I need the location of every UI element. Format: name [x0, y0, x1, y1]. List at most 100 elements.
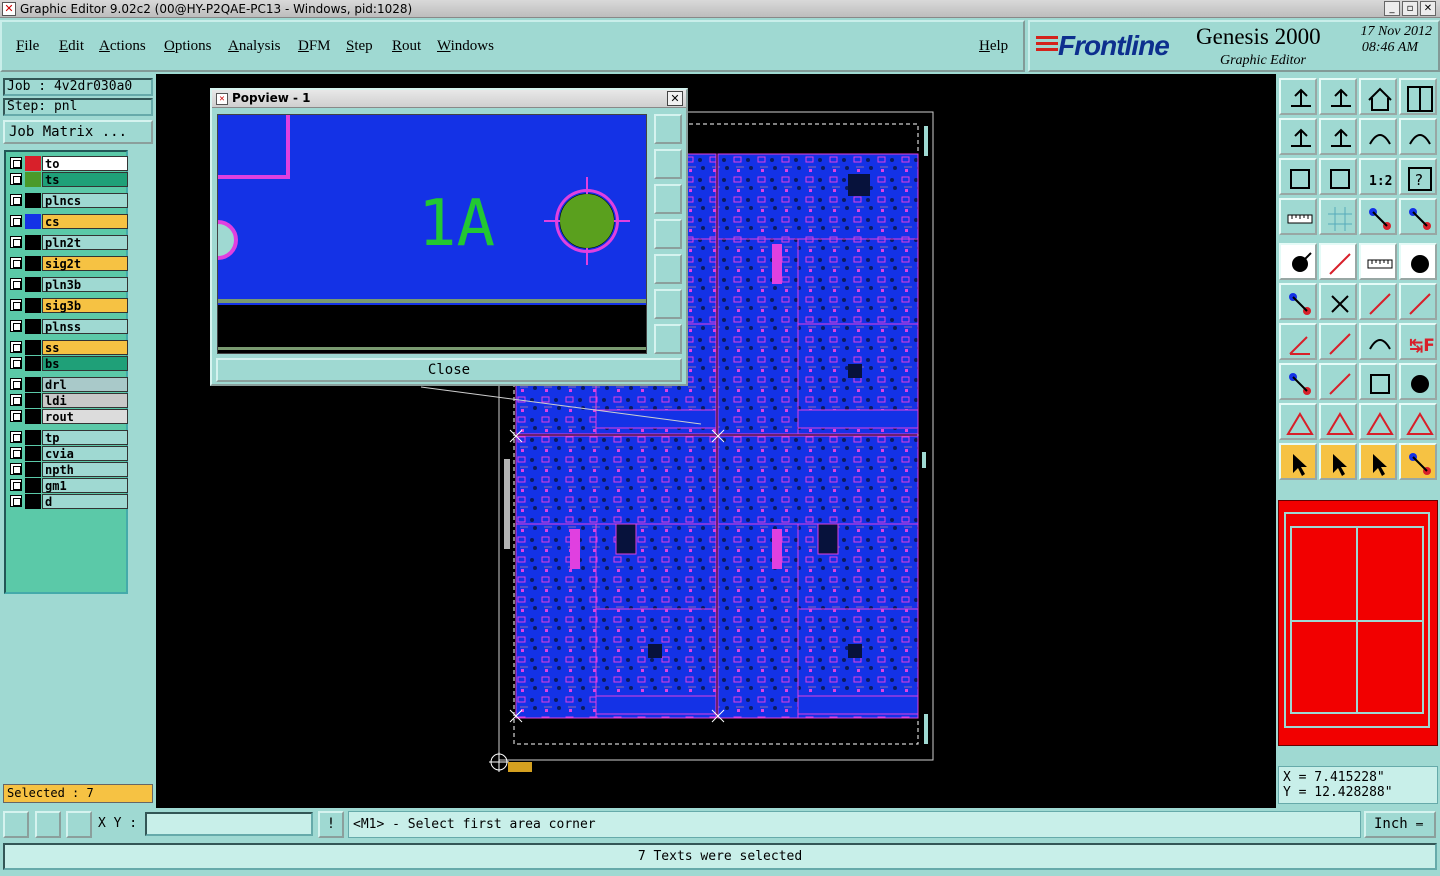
layer-row-sig3b[interactable]: sig3b — [8, 298, 128, 313]
menu-file[interactable]: File — [16, 38, 39, 55]
fit-all-icon[interactable] — [1279, 158, 1317, 195]
home-icon[interactable] — [1359, 78, 1397, 115]
menu-options[interactable]: Options — [164, 38, 212, 55]
help-icon[interactable]: ? — [1399, 158, 1437, 195]
layer-checkbox[interactable] — [10, 194, 22, 206]
cross-icon[interactable] — [1319, 283, 1357, 320]
shape-add-icon[interactable] — [1279, 363, 1317, 400]
pad-select-icon[interactable] — [1279, 243, 1317, 280]
diagonal-icon[interactable] — [1319, 323, 1357, 360]
align-icon[interactable] — [1359, 363, 1397, 400]
popview-tool-center-icon[interactable] — [654, 324, 682, 354]
snap-mode-icon[interactable] — [3, 811, 29, 838]
popview-tool-fit-icon[interactable] — [654, 289, 682, 319]
line-select-icon[interactable] — [1319, 243, 1357, 280]
text-f-icon[interactable]: ↹F — [1399, 323, 1437, 360]
layer-color-swatch[interactable] — [25, 409, 41, 424]
tri-3-icon[interactable] — [1359, 403, 1397, 440]
menu-help[interactable]: Help — [979, 38, 1008, 55]
layer-color-swatch[interactable] — [25, 298, 41, 313]
add-line-icon[interactable] — [1359, 283, 1397, 320]
layer-checkbox[interactable] — [10, 357, 22, 369]
layer-checkbox[interactable] — [10, 236, 22, 248]
menu-dfm[interactable]: DFM — [298, 38, 331, 55]
layer-color-swatch[interactable] — [25, 393, 41, 408]
layer-checkbox[interactable] — [10, 378, 22, 390]
split-view-icon[interactable] — [1399, 78, 1437, 115]
tri-1-icon[interactable] — [1279, 403, 1317, 440]
layer-checkbox[interactable] — [10, 479, 22, 491]
tri-2-icon[interactable] — [1319, 403, 1357, 440]
popview-close-icon[interactable]: ✕ — [667, 91, 683, 106]
layer-checkbox[interactable] — [10, 157, 22, 169]
net-red-2-icon[interactable] — [1399, 198, 1437, 235]
job-matrix-button[interactable]: Job Matrix ... — [3, 120, 153, 144]
layer-color-swatch[interactable] — [25, 478, 41, 493]
menu-windows[interactable]: Windows — [437, 38, 494, 55]
menu-step[interactable]: Step — [346, 38, 373, 55]
layer-row-rout[interactable]: rout — [8, 409, 128, 424]
tri-4-icon[interactable] — [1399, 403, 1437, 440]
popview-tool-down-icon[interactable] — [654, 184, 682, 214]
redo-view-icon[interactable] — [1359, 118, 1397, 155]
layer-row-plncs[interactable]: plncs — [8, 193, 128, 208]
info-icon[interactable]: ! — [318, 811, 344, 838]
popview-tool-right-icon[interactable] — [654, 254, 682, 284]
angle-icon[interactable] — [1279, 323, 1317, 360]
maximize-button[interactable]: ▫ — [1402, 1, 1418, 16]
layer-color-swatch[interactable] — [25, 214, 41, 229]
layer-checkbox[interactable] — [10, 410, 22, 422]
layer-row-drl[interactable]: drl — [8, 377, 128, 392]
grid-icon[interactable] — [1319, 198, 1357, 235]
pointer-icon[interactable] — [1279, 443, 1317, 480]
popview-close-button[interactable]: Close — [216, 358, 682, 382]
layer-color-swatch[interactable] — [25, 356, 41, 371]
popview-tool-left-icon[interactable] — [654, 219, 682, 249]
layer-checkbox[interactable] — [10, 495, 22, 507]
layer-checkbox[interactable] — [10, 215, 22, 227]
layer-row-pln2t[interactable]: pln2t — [8, 235, 128, 250]
grid-mode-icon[interactable] — [66, 811, 92, 838]
connect-icon[interactable] — [1279, 283, 1317, 320]
popview-tool-up-icon[interactable] — [654, 149, 682, 179]
layer-row-to[interactable]: to — [8, 156, 128, 171]
layer-row-cs[interactable]: cs — [8, 214, 128, 229]
layer-color-swatch[interactable] — [25, 256, 41, 271]
popview-canvas[interactable]: 1A — [217, 114, 647, 354]
menu-actions[interactable]: Actions — [99, 38, 146, 55]
layer-color-swatch[interactable] — [25, 172, 41, 187]
menu-rout[interactable]: Rout — [392, 38, 421, 55]
layer-color-swatch[interactable] — [25, 319, 41, 334]
layer-checkbox[interactable] — [10, 320, 22, 332]
zoom-1-2-icon[interactable]: 1:2 — [1359, 158, 1397, 195]
layer-color-swatch[interactable] — [25, 430, 41, 445]
menu-edit[interactable]: Edit — [59, 38, 84, 55]
layer-row-d[interactable]: d — [8, 494, 128, 509]
down-layer-icon[interactable] — [1319, 78, 1357, 115]
layer-checkbox[interactable] — [10, 278, 22, 290]
ruler-icon[interactable] — [1359, 243, 1397, 280]
layer-color-swatch[interactable] — [25, 340, 41, 355]
minimize-button[interactable]: _ — [1384, 1, 1400, 16]
layer-checkbox[interactable] — [10, 447, 22, 459]
layer-checkbox[interactable] — [10, 341, 22, 353]
layer-row-ss[interactable]: ss — [8, 340, 128, 355]
layer-row-npth[interactable]: npth — [8, 462, 128, 477]
flip-icon[interactable] — [1399, 118, 1437, 155]
xy-input[interactable] — [145, 812, 313, 836]
layer-row-sig2t[interactable]: sig2t — [8, 256, 128, 271]
layer-row-ldi[interactable]: ldi — [8, 393, 128, 408]
layer-row-cvia[interactable]: cvia — [8, 446, 128, 461]
add-line-2-icon[interactable] — [1399, 283, 1437, 320]
layer-row-ts[interactable]: ts — [8, 172, 128, 187]
layer-color-swatch[interactable] — [25, 494, 41, 509]
pointer-alt-icon[interactable] — [1359, 443, 1397, 480]
layer-row-gm1[interactable]: gm1 — [8, 478, 128, 493]
arc-icon[interactable] — [1359, 323, 1397, 360]
measure-icon[interactable] — [1279, 198, 1317, 235]
group-icon[interactable] — [1399, 363, 1437, 400]
layer-color-swatch[interactable] — [25, 446, 41, 461]
up-layer-icon[interactable] — [1279, 78, 1317, 115]
route-icon[interactable] — [1399, 443, 1437, 480]
panel-overview-map[interactable] — [1278, 500, 1438, 746]
